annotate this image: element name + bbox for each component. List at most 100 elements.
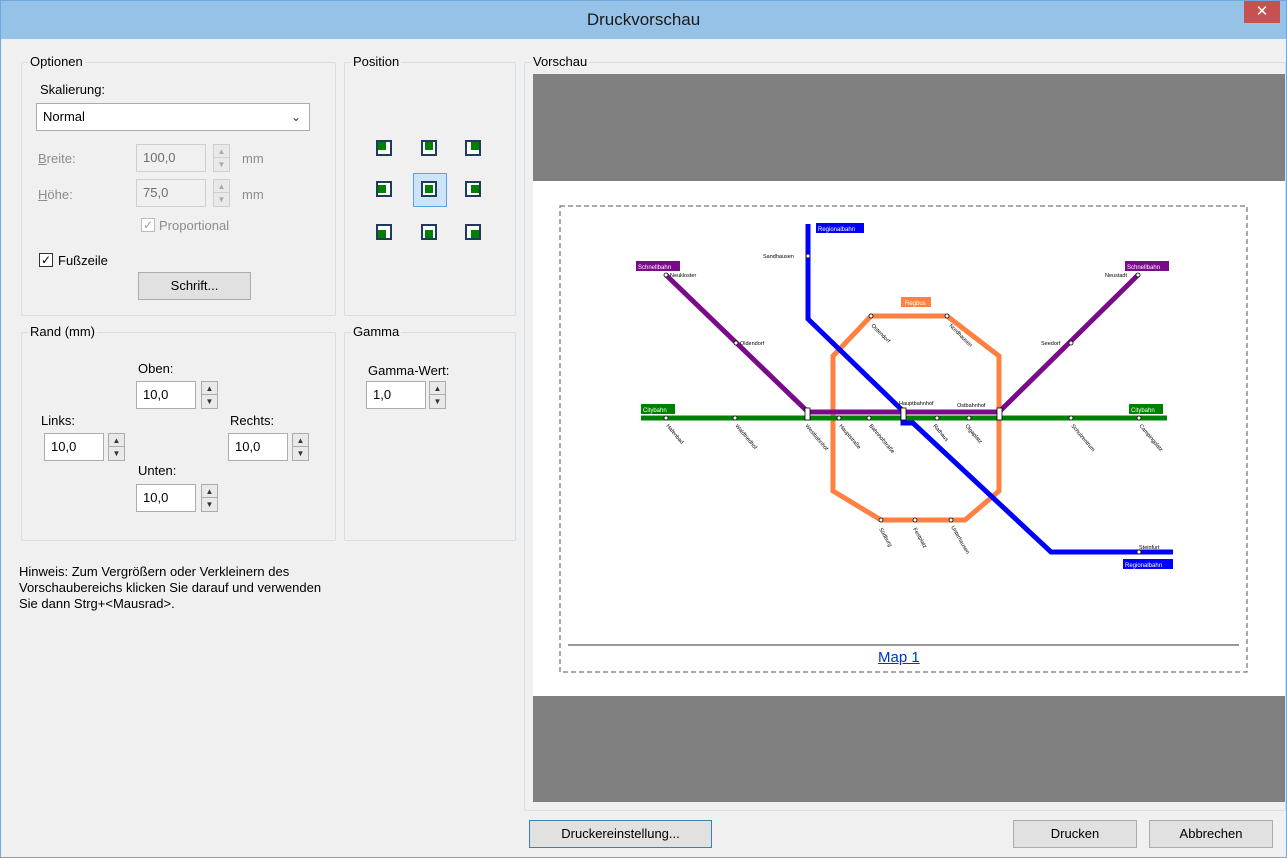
position-middle-right-button[interactable] (465, 181, 481, 197)
top-margin-label: Oben: (138, 361, 174, 376)
gamma-group-label: Gamma (351, 324, 402, 339)
position-top-right-button[interactable] (465, 140, 481, 156)
badge-regionalbahn-bottom: Regionalbahn (1123, 559, 1173, 569)
footer-label: Fußzeile (58, 253, 108, 268)
scaling-dropdown-value: Normal (43, 109, 85, 124)
left-margin-input[interactable]: 10,0 (44, 433, 104, 461)
spin-up-icon[interactable]: ▲ (214, 145, 229, 158)
position-bottom-center-button[interactable] (421, 224, 437, 240)
station-schulzentrum: Schulzentrum (1069, 423, 1095, 453)
position-bottom-left-button[interactable] (376, 224, 392, 240)
station-neukloster: Neukloster (670, 273, 696, 279)
station-bahnhofstrasse: Bahnhofstraße (867, 423, 895, 454)
left-margin-label: Links: (41, 413, 75, 428)
station-campingplatz: Campingplatz (1137, 423, 1163, 453)
svg-text:Regbus: Regbus (905, 301, 926, 307)
bottom-margin-input[interactable]: 10,0 (136, 484, 196, 512)
height-label: Höhe: (38, 187, 73, 202)
spin-down-icon[interactable]: ▼ (202, 395, 217, 408)
position-center-button[interactable] (421, 181, 437, 197)
position-top-center-button[interactable] (421, 140, 437, 156)
width-input[interactable]: 100,0 (136, 144, 206, 172)
top-margin-spinner[interactable]: ▲ ▼ (201, 381, 218, 409)
right-margin-spinner[interactable]: ▲ ▼ (292, 433, 309, 461)
station-seedorf: Seedorf (1041, 341, 1061, 347)
printer-settings-button[interactable]: Druckereinstellung... (529, 820, 712, 848)
preview-group-label: Vorschau (531, 54, 590, 69)
station-ostendorf: Ostendorf (870, 323, 892, 345)
left-margin-spinner[interactable]: ▲ ▼ (108, 433, 125, 461)
height-spinner[interactable]: ▲ ▼ (213, 179, 230, 207)
preview-page[interactable]: Regionalbahn Regionalbahn Schnellbahn Sc… (533, 181, 1285, 696)
hint-line-3: Sie dann Strg+<Mausrad>. (19, 596, 175, 611)
badge-citybahn-left: Citybahn (641, 404, 675, 414)
station-hauptbahnhof: Hauptbahnhof (899, 401, 934, 407)
proportional-checkbox[interactable]: ✓ (141, 218, 155, 232)
gamma-value-input[interactable]: 1,0 (366, 381, 426, 409)
right-margin-input[interactable]: 10,0 (228, 433, 288, 461)
spin-down-icon[interactable]: ▼ (430, 395, 445, 408)
station-unterhausen: Unterhausen (949, 525, 970, 555)
spin-up-icon[interactable]: ▲ (202, 382, 217, 395)
hint-line-1: Hinweis: Zum Vergrößern oder Verkleinern… (19, 564, 290, 579)
width-spinner[interactable]: ▲ ▼ (213, 144, 230, 172)
footer-map-link[interactable]: Map 1 (878, 649, 920, 666)
svg-text:Regionalbahn: Regionalbahn (818, 227, 855, 233)
position-marker-icon (378, 230, 386, 238)
svg-text:Schnellbahn: Schnellbahn (638, 265, 671, 271)
cancel-button[interactable]: Abbrechen (1149, 820, 1273, 848)
spin-up-icon[interactable]: ▲ (214, 180, 229, 193)
top-margin-input[interactable]: 10,0 (136, 381, 196, 409)
position-top-left-button[interactable] (376, 140, 392, 156)
badge-regbus: Regbus (901, 297, 931, 307)
window-title: Druckvorschau (586, 10, 701, 29)
badge-citybahn-right: Citybahn (1129, 404, 1163, 414)
footer-checkbox[interactable]: ✓ (39, 253, 53, 267)
spin-up-icon[interactable]: ▲ (430, 382, 445, 395)
svg-text:Citybahn: Citybahn (643, 408, 667, 414)
hint-line-2: Vorschaubereichs klicken Sie darauf und … (19, 580, 322, 595)
station-westbahnhof: Westbahnhof (803, 423, 829, 452)
badge-schnellbahn-right: Schnellbahn (1125, 261, 1169, 271)
font-button[interactable]: Schrift... (138, 272, 251, 300)
position-group-label: Position (351, 54, 402, 69)
position-bottom-right-button[interactable] (465, 224, 481, 240)
station-neustadt: Neustadt (1105, 273, 1127, 279)
metro-map: Regionalbahn Regionalbahn Schnellbahn Sc… (559, 205, 1248, 673)
position-middle-left-button[interactable] (376, 181, 392, 197)
spin-down-icon[interactable]: ▼ (202, 498, 217, 511)
svg-text:Citybahn: Citybahn (1131, 408, 1155, 414)
spin-down-icon[interactable]: ▼ (214, 193, 229, 206)
bottom-margin-spinner[interactable]: ▲ ▼ (201, 484, 218, 512)
station-hafenbad: Hafenbad (664, 423, 684, 445)
scaling-label: Skalierung: (40, 82, 106, 97)
gamma-spinner[interactable]: ▲ ▼ (429, 381, 446, 409)
height-input[interactable]: 75,0 (136, 179, 206, 207)
scaling-dropdown[interactable]: Normal ⌄ (36, 103, 310, 131)
spin-down-icon[interactable]: ▼ (109, 447, 124, 460)
print-button[interactable]: Drucken (1013, 820, 1137, 848)
badge-schnellbahn-left: Schnellbahn (636, 261, 680, 271)
position-marker-icon (471, 185, 479, 193)
spin-down-icon[interactable]: ▼ (214, 158, 229, 171)
proportional-label: Proportional (159, 218, 230, 233)
station-festplatz: Festplatz (911, 527, 927, 550)
title-bar[interactable]: Druckvorschau ✕ (1, 1, 1286, 39)
bottom-margin-label: Unten: (138, 463, 177, 478)
options-group-label: Optionen (28, 54, 85, 69)
station-oldendorf: Oldendorf (740, 341, 765, 347)
spin-down-icon[interactable]: ▼ (293, 447, 308, 460)
position-marker-icon (425, 142, 433, 150)
spin-up-icon[interactable]: ▲ (293, 434, 308, 447)
margin-group-label: Rand (mm) (28, 324, 98, 339)
close-button[interactable]: ✕ (1244, 1, 1280, 23)
station-waldfriedhof: Waldfriedhof (733, 423, 758, 451)
width-unit: mm (242, 151, 264, 166)
spin-up-icon[interactable]: ▲ (109, 434, 124, 447)
position-marker-icon (378, 142, 386, 150)
position-marker-icon (471, 230, 479, 238)
print-area-border (559, 205, 1248, 673)
spin-up-icon[interactable]: ▲ (202, 485, 217, 498)
station-sandhausen: Sandhausen (763, 254, 794, 260)
gamma-value-label: Gamma-Wert: (368, 363, 450, 378)
